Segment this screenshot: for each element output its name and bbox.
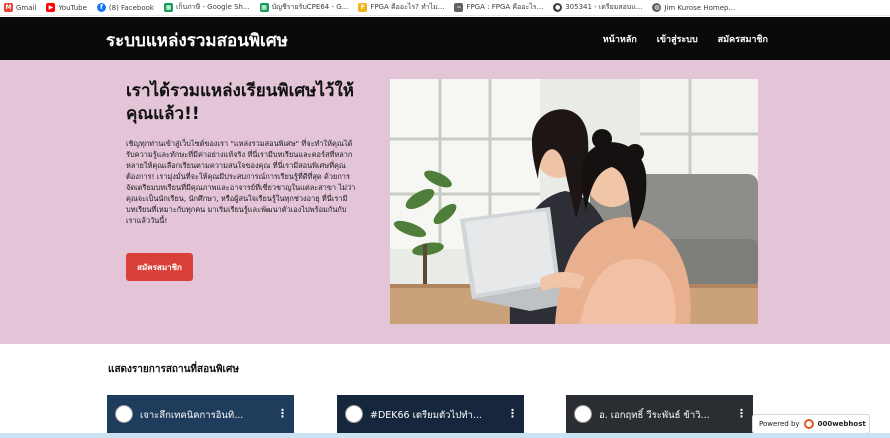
globe-icon: ◍ <box>652 3 662 12</box>
gmail-icon: M <box>4 3 13 12</box>
hero-section: เราได้รวมแหล่งเรียนพิเศษไว้ให้คุณแล้ว!! … <box>0 60 890 344</box>
more-options-icon[interactable]: ⋮ <box>507 407 518 420</box>
fpga-site-icon: ~ <box>454 3 464 12</box>
fpga-icon: F <box>358 3 368 12</box>
video-title: เจาะลึกเทคนิคการอินทิ... <box>140 410 244 421</box>
register-button[interactable]: สมัครสมาชิก <box>126 253 193 281</box>
bookmark-fpga-1[interactable]: F FPGA คืออะไร? ทำไม... <box>358 2 444 13</box>
video-card[interactable]: อ. เอกฤทธิ์ วีระพันธ์ ข้าวิ... ⋮ <box>566 395 753 438</box>
bookmark-income-sheet[interactable]: ▦ บัญชีรายรับCPE64 - G... <box>259 2 348 13</box>
video-card[interactable]: #DEK66 เตรียมตัวไปทำ... ⋮ <box>337 395 524 438</box>
bookmark-gmail[interactable]: M Gmail <box>4 3 36 12</box>
webhost-logo-icon <box>803 419 814 429</box>
nav-links: หน้าหลัก เข้าสู่ระบบ สมัครสมาชิก <box>603 32 768 46</box>
powered-by-badge[interactable]: Powered by 000webhost <box>752 414 870 434</box>
site-brand[interactable]: ระบบแหล่งรวมสอนพิเศษ <box>106 27 288 54</box>
navbar: ระบบแหล่งรวมสอนพิเศษ หน้าหลัก เข้าสู่ระบ… <box>0 17 890 60</box>
bookmarks-bar: M Gmail ▶ YouTube f (8) Facebook ▦ เก็บภาษี … <box>0 0 890 16</box>
nav-link-home[interactable]: หน้าหลัก <box>603 32 637 46</box>
video-title: #DEK66 เตรียมตัวไปทำ... <box>370 410 482 421</box>
video-card[interactable]: เจาะลึกเทคนิคการอินทิ... ⋮ <box>107 395 294 438</box>
more-options-icon[interactable]: ⋮ <box>277 407 288 420</box>
bookmark-kurose[interactable]: ◍ Jim Kurose Homep... <box>652 3 735 12</box>
channel-avatar <box>574 405 592 423</box>
bookmark-tax-sheet[interactable]: ▦ เก็บภาษี - Google Sh... <box>163 2 250 13</box>
section-title: แสดงรายการสถานที่สอนพิเศษ <box>108 364 239 375</box>
video-title: อ. เอกฤทธิ์ วีระพันธ์ ข้าวิ... <box>599 410 710 421</box>
page-bottom-strip <box>0 433 890 438</box>
hero-title: เราได้รวมแหล่งเรียนพิเศษไว้ให้คุณแล้ว!! <box>126 81 354 124</box>
nav-link-login[interactable]: เข้าสู่ระบบ <box>657 32 698 46</box>
more-options-icon[interactable]: ⋮ <box>736 407 747 420</box>
bookmark-youtube[interactable]: ▶ YouTube <box>46 3 87 12</box>
powered-by-label: Powered by <box>759 420 800 428</box>
hero-paragraph: เชิญทุกท่านเข้าสู่เว็บไซต์ของเรา "แหล่งร… <box>126 139 356 225</box>
channel-avatar <box>345 405 363 423</box>
sheets-icon: ▦ <box>259 3 269 12</box>
webhost-brand: 000webhost <box>817 420 866 428</box>
facebook-icon: f <box>96 3 106 12</box>
youtube-icon: ▶ <box>46 3 56 12</box>
bookmark-facebook[interactable]: f (8) Facebook <box>96 3 154 12</box>
nav-link-register[interactable]: สมัครสมาชิก <box>718 32 768 46</box>
sheets-icon: ▦ <box>163 3 173 12</box>
bookmark-305341[interactable]: ● 305341 - เตรียมสอบแ... <box>553 2 642 13</box>
hero-image <box>390 79 758 324</box>
channel-avatar <box>115 405 133 423</box>
user-icon: ● <box>553 3 563 12</box>
bookmark-fpga-2[interactable]: ~ FPGA : FPGA คืออะไร... <box>454 2 543 13</box>
